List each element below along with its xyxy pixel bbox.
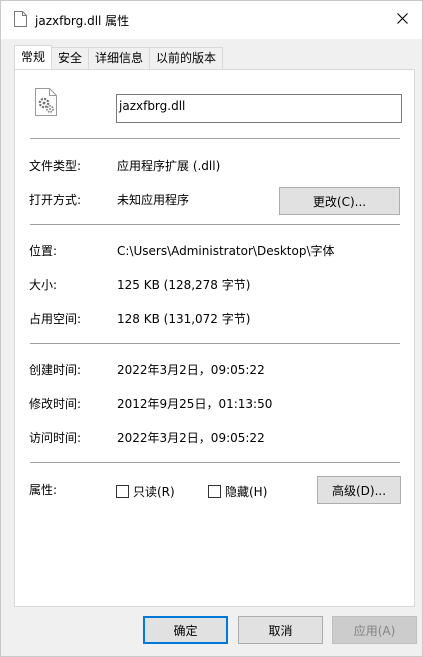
created-label: 创建时间: — [29, 363, 82, 377]
accessed-value: 2022年3月2日，09:05:22 — [117, 431, 265, 445]
file-name-input[interactable]: jazxfbrg.dll — [116, 94, 402, 123]
size-on-disk-label: 占用空间: — [29, 312, 82, 326]
readonly-label: 只读(R) — [133, 485, 175, 499]
tab-strip: 常规 安全 详细信息 以前的版本 — [14, 45, 224, 69]
readonly-checkbox[interactable]: 只读(R) — [116, 483, 175, 500]
hidden-checkbox-box[interactable] — [208, 485, 221, 498]
change-button[interactable]: 更改(C)... — [279, 187, 400, 215]
modified-label: 修改时间: — [29, 397, 82, 411]
size-label: 大小: — [29, 278, 58, 292]
opens-with-label: 打开方式: — [29, 193, 82, 207]
accessed-label: 访问时间: — [29, 431, 82, 445]
dll-gear-file-icon — [35, 88, 57, 116]
opens-with-value: 未知应用程序 — [117, 193, 190, 207]
readonly-checkbox-box[interactable] — [116, 485, 129, 498]
window-title: jazxfbrg.dll 属性 — [35, 14, 130, 28]
tab-general[interactable]: 常规 — [14, 45, 53, 69]
close-icon — [396, 13, 408, 27]
file-page-icon — [14, 11, 27, 27]
size-value: 125 KB (128,278 字节) — [117, 278, 251, 292]
file-type-label: 文件类型: — [29, 159, 82, 173]
properties-window: jazxfbrg.dll 属性 常规 安全 详细信息 以前的版本 jazxfbr… — [0, 0, 423, 657]
advanced-button[interactable]: 高级(D)... — [317, 476, 401, 504]
modified-value: 2012年9月25日，01:13:50 — [117, 397, 273, 411]
created-value: 2022年3月2日，09:05:22 — [117, 363, 265, 377]
hidden-label: 隐藏(H) — [225, 485, 268, 499]
close-button[interactable] — [382, 1, 422, 39]
size-on-disk-value: 128 KB (131,072 字节) — [117, 312, 251, 326]
tab-previous-versions[interactable]: 以前的版本 — [149, 47, 224, 69]
general-panel: jazxfbrg.dll 文件类型: 应用程序扩展 (.dll) 打开方式: 未… — [14, 69, 415, 607]
divider — [30, 343, 400, 344]
location-value: C:\Users\Administrator\Desktop\字体 — [117, 244, 335, 258]
attributes-label: 属性: — [29, 483, 58, 497]
divider — [30, 224, 400, 225]
tab-security[interactable]: 安全 — [51, 47, 90, 69]
divider — [30, 462, 400, 463]
ok-button[interactable]: 确定 — [143, 616, 228, 644]
title-bar: jazxfbrg.dll 属性 — [1, 1, 422, 39]
apply-button[interactable]: 应用(A) — [332, 616, 417, 644]
cancel-button[interactable]: 取消 — [238, 616, 323, 644]
tab-details[interactable]: 详细信息 — [88, 47, 151, 69]
location-label: 位置: — [29, 244, 58, 258]
hidden-checkbox[interactable]: 隐藏(H) — [208, 483, 267, 500]
divider — [30, 138, 400, 139]
file-type-value: 应用程序扩展 (.dll) — [117, 159, 221, 173]
